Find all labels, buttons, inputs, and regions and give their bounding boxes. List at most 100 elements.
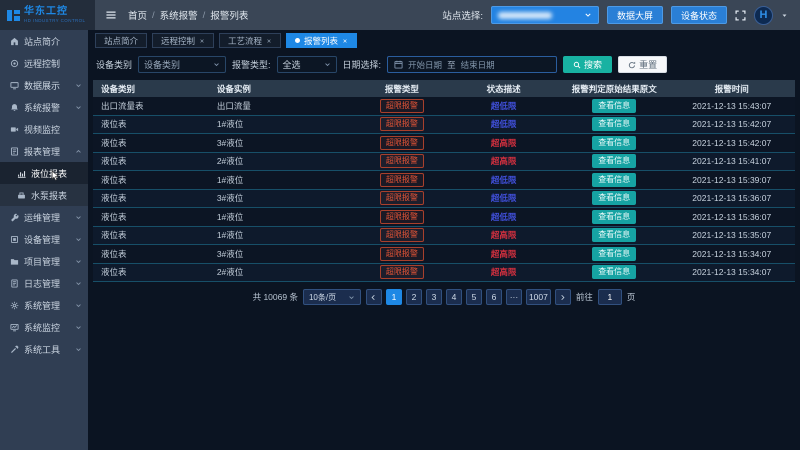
pagination: 共 10069 条 10条/页 123456···1007 前往 页 — [88, 289, 800, 305]
breadcrumb-alarm-list[interactable]: 报警列表 — [210, 8, 248, 22]
next-page-button[interactable] — [555, 289, 571, 305]
logo-mark-icon — [7, 9, 20, 22]
cell-alarm-time: 2021-12-13 15:39:07 — [669, 175, 795, 185]
page-button-6[interactable]: 6 — [486, 289, 502, 305]
breadcrumb-system-alarm[interactable]: 系统报警 — [160, 8, 198, 22]
view-info-button[interactable]: 查看信息 — [592, 191, 636, 205]
view-info-button[interactable]: 查看信息 — [592, 210, 636, 224]
page-button-1[interactable]: 1 — [386, 289, 402, 305]
status-text[interactable]: 超高限 — [491, 267, 517, 277]
chevron-down-icon — [75, 280, 82, 287]
status-text[interactable]: 超高限 — [491, 156, 517, 166]
cell-alarm-time: 2021-12-13 15:36:07 — [669, 212, 795, 222]
page-ellipsis[interactable]: ··· — [506, 289, 522, 305]
tab-alarm-list[interactable]: 报警列表 — [286, 33, 357, 48]
device-status-button[interactable]: 设备状态 — [671, 6, 727, 24]
view-info-button[interactable]: 查看信息 — [592, 265, 636, 279]
cell-device-instance: 1#液位 — [209, 118, 356, 130]
sidebar-item-system-alarm[interactable]: 系统报警 — [0, 96, 88, 118]
table-body: 出口流量表出口流量超限报警超低限查看信息2021-12-13 15:43:07液… — [93, 97, 795, 282]
device-icon — [10, 235, 19, 244]
prev-page-button[interactable] — [366, 289, 382, 305]
sidebar-item-level-report[interactable]: 液位报表 — [0, 162, 88, 184]
collapse-menu-icon[interactable] — [105, 9, 117, 21]
page-size-select[interactable]: 10条/页 — [303, 289, 361, 305]
status-text[interactable]: 超高限 — [491, 230, 517, 240]
status-text[interactable]: 超低限 — [491, 193, 517, 203]
sidebar-item-ops-mgmt[interactable]: 运维管理 — [0, 206, 88, 228]
sidebar-item-log-mgmt[interactable]: 日志管理 — [0, 272, 88, 294]
cell-device-category: 出口流量表 — [93, 100, 209, 112]
avatar[interactable]: H — [754, 6, 773, 25]
view-info-button[interactable]: 查看信息 — [592, 136, 636, 150]
logo-title: 华东工控 — [24, 7, 85, 17]
caret-down-icon[interactable] — [781, 12, 788, 19]
sidebar-item-label: 水泵报表 — [31, 189, 82, 202]
sidebar-item-report-mgmt[interactable]: 报表管理 — [0, 140, 88, 162]
sidebar-item-pump-report[interactable]: 水泵报表 — [0, 184, 88, 206]
goto-suffix: 页 — [627, 291, 636, 303]
alarm-type-badge: 超限报警 — [380, 117, 424, 131]
fullscreen-icon[interactable] — [735, 10, 746, 21]
active-tab-dot — [295, 38, 300, 43]
sidebar: 站点简介远程控制数据展示系统报警视频监控报表管理液位报表水泵报表运维管理设备管理… — [0, 30, 88, 450]
mouse-cursor — [50, 170, 61, 181]
page-button-3[interactable]: 3 — [426, 289, 442, 305]
sidebar-item-project-mgmt[interactable]: 项目管理 — [0, 250, 88, 272]
goto-label: 前往 — [576, 291, 593, 303]
sidebar-item-label: 系统报警 — [24, 101, 70, 114]
column-header: 设备类别 — [93, 83, 209, 95]
page-button-2[interactable]: 2 — [406, 289, 422, 305]
page-buttons: 123456···1007 — [366, 289, 571, 305]
goto-page-input[interactable] — [598, 289, 622, 305]
cell-alarm-time: 2021-12-13 15:41:07 — [669, 156, 795, 166]
chevron-up-icon — [75, 148, 82, 155]
sidebar-item-video-monitor[interactable]: 视频监控 — [0, 118, 88, 140]
sidebar-item-system-tools[interactable]: 系统工具 — [0, 338, 88, 360]
alarm-type-select[interactable]: 全选 — [277, 56, 337, 73]
date-start-placeholder: 开始日期 — [408, 59, 442, 71]
sidebar-item-data-display[interactable]: 数据展示 — [0, 74, 88, 96]
sidebar-item-label: 设备管理 — [24, 233, 70, 246]
sidebar-item-device-mgmt[interactable]: 设备管理 — [0, 228, 88, 250]
page-button-5[interactable]: 5 — [466, 289, 482, 305]
sidebar-item-remote-control[interactable]: 远程控制 — [0, 52, 88, 74]
tab-label: 工艺流程 — [228, 35, 262, 47]
status-text[interactable]: 超低限 — [491, 212, 517, 222]
view-info-button[interactable]: 查看信息 — [592, 99, 636, 113]
cell-device-instance: 1#液位 — [209, 174, 356, 186]
cell-device-instance: 3#液位 — [209, 137, 356, 149]
reset-button[interactable]: 重置 — [618, 56, 667, 73]
sidebar-item-label: 系统监控 — [24, 321, 70, 334]
sidebar-item-system-monitor[interactable]: 系统监控 — [0, 316, 88, 338]
search-button[interactable]: 搜索 — [563, 56, 612, 73]
sidebar-item-site-intro[interactable]: 站点简介 — [0, 30, 88, 52]
status-text[interactable]: 超低限 — [491, 101, 517, 111]
cell-device-instance: 1#液位 — [209, 211, 356, 223]
device-category-select[interactable]: 设备类别 — [138, 56, 226, 73]
page-button-1007[interactable]: 1007 — [526, 289, 551, 305]
status-text[interactable]: 超高限 — [491, 138, 517, 148]
sidebar-item-label: 系统工具 — [24, 343, 70, 356]
view-info-button[interactable]: 查看信息 — [592, 247, 636, 261]
breadcrumb-home[interactable]: 首页 — [128, 8, 147, 22]
tab-process-flow[interactable]: 工艺流程 — [219, 33, 281, 48]
status-text[interactable]: 超低限 — [491, 175, 517, 185]
chevron-down-icon — [75, 302, 82, 309]
date-range-input[interactable]: 开始日期 至 结束日期 — [387, 56, 557, 73]
status-text[interactable]: 超低限 — [491, 119, 517, 129]
sidebar-submenu: 液位报表水泵报表 — [0, 162, 88, 206]
status-text[interactable]: 超高限 — [491, 249, 517, 259]
alarm-type-badge: 超限报警 — [380, 265, 424, 279]
data-screen-button[interactable]: 数据大屏 — [607, 6, 663, 24]
sidebar-item-system-mgmt[interactable]: 系统管理 — [0, 294, 88, 316]
page-button-4[interactable]: 4 — [446, 289, 462, 305]
view-info-button[interactable]: 查看信息 — [592, 228, 636, 242]
tab-remote-control[interactable]: 远程控制 — [152, 33, 214, 48]
tab-site-intro[interactable]: 站点简介 — [95, 33, 147, 48]
view-info-button[interactable]: 查看信息 — [592, 173, 636, 187]
view-info-button[interactable]: 查看信息 — [592, 117, 636, 131]
cell-device-category: 液位表 — [93, 118, 209, 130]
view-info-button[interactable]: 查看信息 — [592, 154, 636, 168]
site-select-dropdown[interactable] — [491, 6, 599, 24]
